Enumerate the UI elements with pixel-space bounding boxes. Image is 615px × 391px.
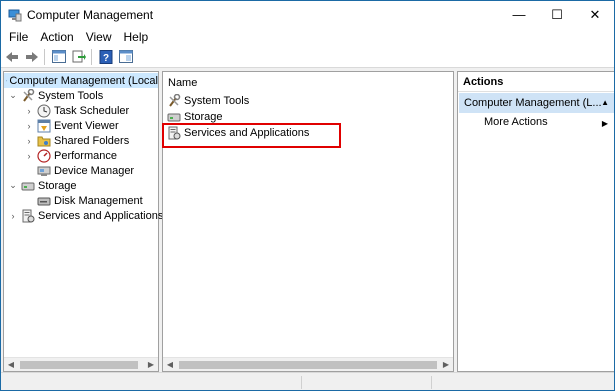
back-icon: [6, 51, 18, 62]
menu-bar: File Action View Help: [1, 28, 614, 46]
help-icon: ?: [99, 49, 113, 64]
close-button[interactable]: ✕: [576, 1, 614, 28]
maximize-button[interactable]: ☐: [538, 1, 576, 28]
actions-section-label: Computer Management (L...: [464, 97, 602, 109]
tree-item-label: Shared Folders: [54, 134, 130, 147]
list-item-storage[interactable]: Storage: [167, 109, 223, 124]
highlight-annotation-box: [162, 123, 341, 148]
tree-item-label: System Tools: [38, 89, 104, 102]
tree-item-label: Computer Management (Local: [9, 74, 158, 87]
performance-icon: [37, 148, 51, 163]
chevron-right-icon[interactable]: ›: [24, 136, 34, 146]
tree-item-computer-management[interactable]: Computer Management (Local: [4, 73, 158, 88]
scroll-left-icon[interactable]: ◀: [4, 358, 18, 372]
scrollbar-thumb[interactable]: [179, 361, 437, 369]
shared-folders-icon: [37, 136, 51, 146]
chevron-right-icon[interactable]: ▶: [602, 119, 608, 128]
name-column-header[interactable]: Name: [168, 77, 197, 89]
list-item-label: System Tools: [184, 94, 250, 107]
results-pane: Name System Tools Storage Services and A…: [162, 71, 454, 372]
title-bar: Computer Management — ☐ ✕: [1, 1, 614, 28]
disk-management-icon: [37, 197, 51, 205]
list-item-label: Storage: [184, 110, 223, 123]
tree-item-label: Services and Applications: [38, 209, 164, 222]
toolbar-separator: [44, 48, 45, 65]
device-manager-icon: [37, 166, 51, 176]
forward-icon: [26, 51, 38, 62]
tree-item-event-viewer[interactable]: › Event Viewer: [4, 118, 119, 133]
tree-item-performance[interactable]: › Performance: [4, 148, 117, 163]
scroll-left-icon[interactable]: ◀: [163, 358, 177, 372]
status-bar-divider: [301, 376, 302, 389]
chevron-right-icon[interactable]: ›: [24, 121, 34, 131]
minimize-button[interactable]: —: [500, 1, 538, 28]
chevron-right-icon[interactable]: ›: [24, 106, 34, 116]
tree-item-services-and-applications[interactable]: › Services and Applications: [4, 208, 163, 223]
menu-view[interactable]: View: [80, 30, 118, 44]
scroll-right-icon[interactable]: ▶: [439, 358, 453, 372]
chevron-down-icon[interactable]: ⌄: [8, 90, 18, 101]
chevron-down-icon[interactable]: ⌄: [8, 180, 18, 191]
services-and-applications-icon: [22, 209, 35, 222]
svg-text:?: ?: [103, 53, 109, 64]
properties-button[interactable]: [117, 48, 135, 66]
menu-help[interactable]: Help: [118, 30, 155, 44]
chevron-right-icon[interactable]: ›: [8, 211, 18, 221]
computer-management-icon: [5, 80, 7, 81]
event-viewer-icon: [37, 119, 51, 132]
scrollbar-thumb[interactable]: [20, 361, 138, 369]
tree-item-disk-management[interactable]: Disk Management: [4, 193, 143, 208]
export-list-button[interactable]: [70, 48, 88, 66]
list-item-system-tools[interactable]: System Tools: [167, 93, 249, 108]
menu-action[interactable]: Action: [34, 30, 79, 44]
more-actions-link[interactable]: More Actions: [484, 116, 548, 128]
tree-item-device-manager[interactable]: Device Manager: [4, 163, 134, 178]
collapse-up-icon[interactable]: ▲: [601, 98, 609, 107]
back-button[interactable]: [3, 48, 21, 66]
actions-section-computer-management[interactable]: Computer Management (L... ▲: [459, 93, 614, 113]
tree-item-task-scheduler[interactable]: › Task Scheduler: [4, 103, 129, 118]
storage-icon: [21, 182, 35, 190]
help-button[interactable]: ?: [97, 48, 115, 66]
tree-item-shared-folders[interactable]: › Shared Folders: [4, 133, 130, 148]
toolbar: ?: [1, 46, 614, 68]
status-bar: [1, 372, 614, 390]
window-title: Computer Management: [27, 7, 154, 22]
tree-item-storage[interactable]: ⌄ Storage: [4, 178, 77, 193]
storage-icon: [167, 113, 181, 121]
show-hide-tree-icon: [52, 50, 66, 63]
console-tree-pane: Computer Management (Local ⌄ System Tool…: [3, 71, 163, 372]
clock-icon: [37, 104, 51, 117]
menu-file[interactable]: File: [3, 30, 34, 44]
tree-item-label: Disk Management: [54, 194, 143, 207]
tree-item-label: Storage: [38, 179, 77, 192]
computer-management-icon: [8, 9, 22, 21]
scroll-right-icon[interactable]: ▶: [144, 358, 158, 372]
tree-item-label: Device Manager: [54, 164, 135, 177]
export-list-icon: [72, 50, 86, 63]
computer-management-window: Computer Management — ☐ ✕ File Action Vi…: [0, 0, 615, 391]
system-tools-icon: [169, 93, 181, 107]
system-tools-icon: [23, 88, 35, 102]
status-bar-divider: [431, 376, 432, 389]
properties-icon: [119, 50, 133, 63]
actions-pane: Actions Computer Management (L... ▲ More…: [457, 71, 614, 372]
forward-button[interactable]: [23, 48, 41, 66]
list-horizontal-scrollbar[interactable]: ◀ ▶: [163, 357, 453, 371]
tree-item-label: Task Scheduler: [54, 104, 130, 117]
tree-item-label: Event Viewer: [54, 119, 119, 132]
tree-horizontal-scrollbar[interactable]: ◀ ▶: [4, 357, 158, 371]
tree-item-label: Performance: [54, 149, 117, 162]
toolbar-separator: [91, 48, 92, 65]
show-hide-tree-button[interactable]: [50, 48, 68, 66]
tree-item-system-tools[interactable]: ⌄ System Tools: [4, 88, 103, 103]
actions-header: Actions: [458, 72, 614, 92]
chevron-right-icon[interactable]: ›: [24, 151, 34, 161]
